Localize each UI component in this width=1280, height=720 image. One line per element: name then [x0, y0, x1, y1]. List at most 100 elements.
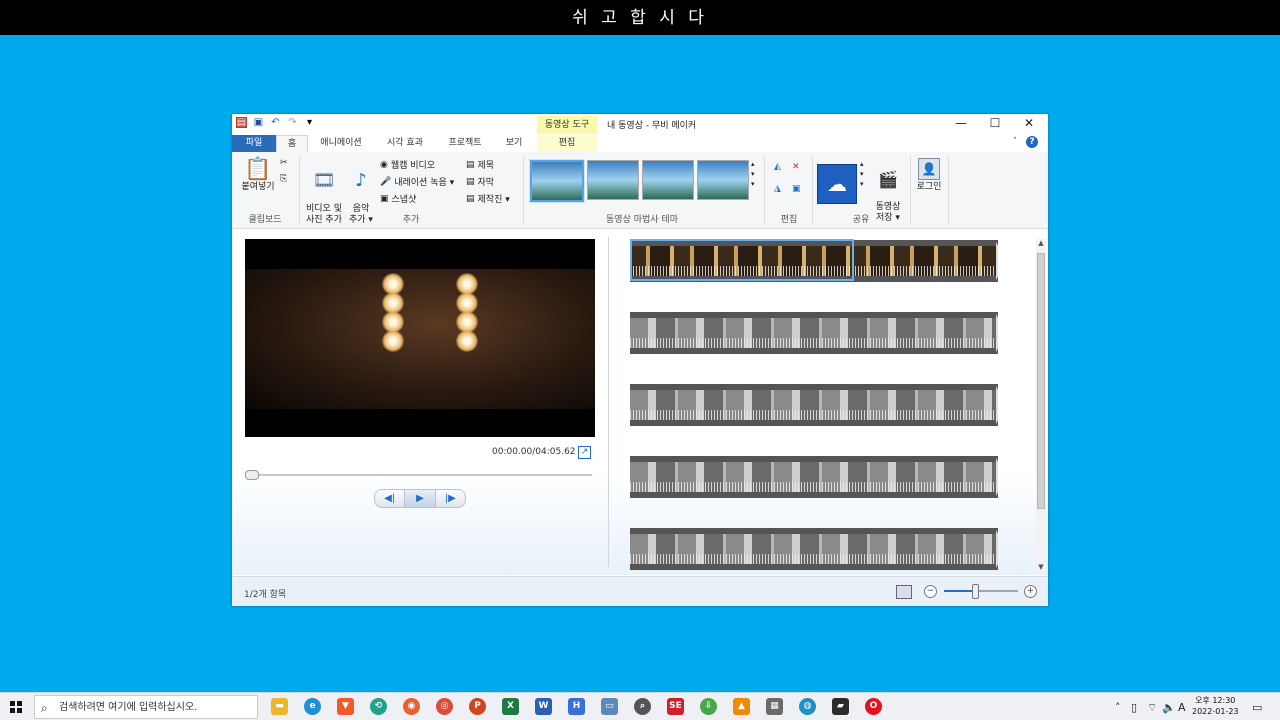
- caption-button[interactable]: ▤ 자막: [466, 175, 494, 189]
- remove-icon[interactable]: ✕: [792, 162, 800, 172]
- collapse-ribbon-icon[interactable]: ˄: [1013, 137, 1018, 147]
- share-gallery-scroll[interactable]: ▴ ▾ ▾: [860, 160, 864, 188]
- zoom-out-button[interactable]: −: [924, 585, 937, 598]
- zoom-in-button[interactable]: +: [1024, 585, 1037, 598]
- tab-project[interactable]: 프로젝트: [440, 135, 490, 152]
- tab-visual-effects[interactable]: 시각 효과: [380, 135, 430, 152]
- strip-arrow: [996, 530, 998, 568]
- sign-in-button[interactable]: 👤 로그인: [914, 158, 944, 193]
- app-icon-se[interactable]: SE: [667, 698, 684, 715]
- file-explorer-icon[interactable]: ▬: [271, 698, 288, 715]
- add-music-button[interactable]: ♪ 음악 추가 ▾: [346, 158, 376, 237]
- tab-view[interactable]: 보기: [498, 135, 530, 152]
- record-narration-button[interactable]: 🎤 내레이션 녹음 ▾: [380, 175, 454, 189]
- taskbar-search[interactable]: ⌕ 검색하려면 여기에 입력하십시오.: [34, 695, 258, 719]
- browser-icon[interactable]: ◍: [799, 698, 816, 715]
- scroll-up-icon[interactable]: ▴: [860, 160, 864, 168]
- opera-icon[interactable]: O: [865, 698, 882, 715]
- sticky-notes-icon[interactable]: ▰: [832, 698, 849, 715]
- clip-strip[interactable]: [630, 312, 998, 354]
- system-clock[interactable]: 오후 12:30 2022-01-23: [1192, 695, 1239, 717]
- vlc-icon[interactable]: ▲: [733, 698, 750, 715]
- video-preview[interactable]: [245, 239, 595, 437]
- app-icon-download[interactable]: ⇩: [700, 698, 717, 715]
- tab-edit[interactable]: 편집: [537, 135, 597, 152]
- previous-frame-button[interactable]: ◀|: [375, 490, 404, 507]
- audio-waveform: [630, 482, 998, 492]
- excel-icon[interactable]: X: [502, 698, 519, 715]
- theme-thumbnail-3[interactable]: [642, 160, 694, 200]
- chrome-icon[interactable]: ◎: [436, 698, 453, 715]
- paste-button[interactable]: 📋 붙여넣기: [236, 158, 280, 193]
- customize-qat-icon[interactable]: ▾: [304, 117, 315, 128]
- scroll-up-icon[interactable]: ▲: [1036, 239, 1046, 247]
- audio-waveform: [630, 338, 998, 348]
- calculator-icon[interactable]: ▦: [766, 698, 783, 715]
- title-button[interactable]: ▤ 제목: [466, 158, 494, 172]
- seek-bar[interactable]: [245, 474, 592, 476]
- redo-icon[interactable]: ↷: [287, 117, 298, 128]
- app-icon-green[interactable]: ⟲: [370, 698, 387, 715]
- scroll-up-icon[interactable]: ▴: [751, 160, 755, 168]
- clip-strip[interactable]: [630, 528, 998, 570]
- rotate-right-icon[interactable]: ◮: [774, 184, 781, 194]
- movie-maker-window: ▤ ▣ ↶ ↷ ▾ 동영상 도구 내 동영상 - 무비 메이커 — ☐ ✕ 파일…: [232, 114, 1048, 606]
- edge-icon[interactable]: e: [304, 698, 321, 715]
- webcam-video-button[interactable]: ◉ 웹캠 비디오: [380, 158, 435, 172]
- more-icon[interactable]: ▾: [860, 180, 864, 188]
- scrollbar-thumb[interactable]: [1037, 253, 1045, 509]
- fullscreen-icon[interactable]: ↗: [578, 446, 591, 459]
- credits-button[interactable]: ▤ 제작진 ▾: [466, 192, 510, 206]
- seek-thumb[interactable]: [245, 470, 259, 480]
- magnifier-icon[interactable]: ⌕: [634, 698, 651, 715]
- clip-strip[interactable]: [630, 384, 998, 426]
- storyboard-scrollbar[interactable]: ▲ ▼: [1036, 239, 1046, 571]
- more-icon[interactable]: ▾: [751, 180, 755, 188]
- scroll-down-icon[interactable]: ▾: [860, 170, 864, 178]
- ime-indicator[interactable]: A: [1178, 701, 1186, 714]
- theme-thumbnail-4[interactable]: [697, 160, 749, 200]
- add-video-photo-button[interactable]: 🎞 비디오 및 사진 추가: [302, 158, 346, 237]
- close-button[interactable]: ✕: [1014, 116, 1044, 130]
- snapshot-button[interactable]: ▣ 스냅샷: [380, 192, 416, 206]
- play-button[interactable]: ▶: [404, 490, 436, 507]
- brave-icon[interactable]: ▼: [337, 698, 354, 715]
- word-icon[interactable]: W: [535, 698, 552, 715]
- app-icon-h[interactable]: H: [568, 698, 585, 715]
- tab-file[interactable]: 파일: [232, 135, 276, 152]
- select-all-icon[interactable]: ▣: [792, 184, 801, 194]
- notification-icon[interactable]: ▭: [1252, 701, 1262, 714]
- onedrive-icon[interactable]: ☁: [817, 164, 857, 204]
- thumbnail-size-icon[interactable]: [896, 585, 912, 599]
- network-icon[interactable]: ⌔: [1147, 701, 1157, 715]
- rotate-left-icon[interactable]: ◭: [774, 162, 781, 172]
- app-icon[interactable]: ▤: [236, 117, 247, 128]
- show-hidden-icons[interactable]: ˄: [1115, 701, 1121, 714]
- help-icon[interactable]: ?: [1026, 136, 1038, 148]
- copy-icon[interactable]: ⎘: [280, 174, 287, 184]
- zoom-slider-thumb[interactable]: [972, 584, 979, 599]
- music-note-icon: ♪: [355, 170, 367, 191]
- theme-thumbnail-1[interactable]: [529, 159, 585, 203]
- theme-thumbnail-2[interactable]: [587, 160, 639, 200]
- scroll-down-icon[interactable]: ▼: [1036, 563, 1046, 571]
- theme-gallery-scroll[interactable]: ▴ ▾ ▾: [751, 160, 755, 188]
- remote-desktop-icon[interactable]: ▭: [601, 698, 618, 715]
- clip-strip[interactable]: [630, 456, 998, 498]
- undo-icon[interactable]: ↶: [270, 117, 281, 128]
- scroll-down-icon[interactable]: ▾: [751, 170, 755, 178]
- minimize-button[interactable]: —: [946, 116, 976, 130]
- windows-start-icon[interactable]: [10, 701, 22, 713]
- pane-divider[interactable]: [608, 237, 609, 567]
- cut-icon[interactable]: ✂: [280, 158, 288, 168]
- battery-icon[interactable]: ▯: [1131, 701, 1137, 714]
- maximize-button[interactable]: ☐: [980, 116, 1010, 130]
- next-frame-button[interactable]: |▶: [436, 490, 465, 507]
- tab-animation[interactable]: 애니메이션: [312, 135, 370, 152]
- firefox-icon[interactable]: ◉: [403, 698, 420, 715]
- volume-icon[interactable]: 🔈: [1162, 701, 1176, 714]
- tab-home[interactable]: 홈: [276, 135, 308, 153]
- light-bulb: [382, 330, 404, 352]
- save-icon[interactable]: ▣: [253, 117, 264, 128]
- powerpoint-icon[interactable]: P: [469, 698, 486, 715]
